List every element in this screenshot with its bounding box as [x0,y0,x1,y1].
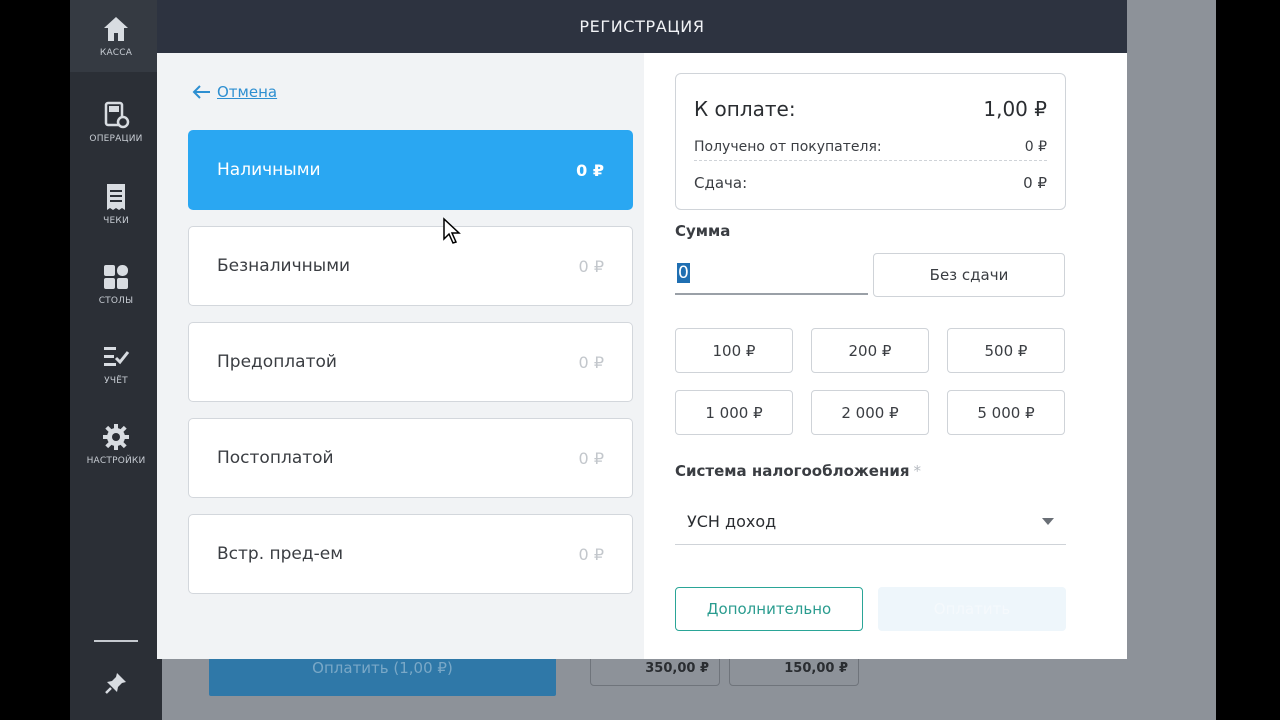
quick-amount-button[interactable]: 100 ₽ [675,328,793,373]
payment-method-cashless[interactable]: Безналичными 0 ₽ [188,226,633,306]
tax-system-label: Система налогообложения * [675,462,921,480]
change-row: Сдача: 0 ₽ [694,161,1047,204]
sidebar-item-label: ОПЕРАЦИИ [89,134,143,144]
checklist-icon [104,347,130,366]
payment-method-amount: 0 ₽ [578,256,604,276]
received-value: 0 ₽ [1024,139,1047,155]
payment-method-label: Постоплатой [217,448,334,468]
payment-method-label: Предоплатой [217,352,337,372]
payment-method-label: Встр. пред-ем [217,544,344,564]
amount-label: Сумма [675,222,731,240]
gear-icon [103,424,129,450]
sidebar-divider [94,640,138,642]
sidebar-item-accounting[interactable]: УЧЁТ [70,328,162,400]
chevron-down-icon [1042,518,1054,525]
sidebar-item-label: СТОЛЫ [98,296,134,306]
tax-system-value: УСН доход [687,512,777,531]
quick-amount-button[interactable]: 200 ₽ [811,328,929,373]
sidebar-item-operations[interactable]: ОПЕРАЦИИ [70,86,162,158]
no-change-button[interactable]: Без сдачи [873,253,1065,297]
terminal-gear-icon [104,101,130,129]
amount-input[interactable]: 0 [675,253,868,295]
sidebar-item-tables[interactable]: СТОЛЫ [70,248,162,320]
cancel-label: Отмена [217,83,278,101]
payment-method-amount: 0 ₽ [578,448,604,468]
payment-method-amount: 0 ₽ [578,544,604,564]
receipt-icon [107,184,125,210]
tax-system-select[interactable]: УСН доход [675,499,1066,545]
pin-icon[interactable] [103,670,129,696]
arrow-left-icon [192,85,210,99]
payment-method-amount: 0 ₽ [578,352,604,372]
payment-method-label: Наличными [217,160,321,180]
received-row: Получено от покупателя: 0 ₽ [694,134,1047,161]
sidebar-item-settings[interactable]: НАСТРОЙКИ [70,408,162,480]
sidebar-item-label: ЧЕКИ [103,216,129,226]
payment-method-counter-provision[interactable]: Встр. пред-ем 0 ₽ [188,514,633,594]
mouse-cursor-icon [443,217,461,244]
home-icon [104,17,128,41]
payment-method-amount: 0 ₽ [576,160,604,180]
amount-input-value: 0 [677,263,690,283]
payment-details-panel: К оплате: 1,00 ₽ Получено от покупателя:… [644,53,1127,659]
sidebar-item-label: КАССА [99,48,133,58]
tax-system-label-text: Система налогообложения [675,462,910,480]
received-label: Получено от покупателя: [694,139,882,155]
cancel-link[interactable]: Отмена [191,83,277,101]
payment-method-prepayment[interactable]: Предоплатой 0 ₽ [188,322,633,402]
sidebar-item-label: УЧЁТ [104,376,128,386]
grid-icon [104,265,128,289]
sidebar: КАССА ОПЕРАЦИИ ЧЕКИ СТОЛЫ УЧЁТ НАСТРОЙКИ [70,0,162,720]
sidebar-item-kassa[interactable]: КАССА [70,0,162,72]
required-mark: * [913,462,921,480]
payment-method-label: Безналичными [217,256,351,276]
to-pay-value: 1,00 ₽ [983,97,1047,121]
quick-amount-button[interactable]: 5 000 ₽ [947,390,1065,435]
payment-method-cash[interactable]: Наличными 0 ₽ [188,130,633,210]
quick-amount-button[interactable]: 500 ₽ [947,328,1065,373]
to-pay-label: К оплате: [694,97,796,121]
quick-amount-button[interactable]: 1 000 ₽ [675,390,793,435]
payment-summary: К оплате: 1,00 ₽ Получено от покупателя:… [675,73,1066,210]
modal-title: РЕГИСТРАЦИЯ [157,0,1127,53]
payment-method-postpayment[interactable]: Постоплатой 0 ₽ [188,418,633,498]
registration-modal: РЕГИСТРАЦИЯ Отмена Наличными 0 ₽ Безнали… [157,0,1127,659]
additional-button[interactable]: Дополнительно [675,587,863,631]
payment-method-panel: Отмена Наличными 0 ₽ Безналичными 0 ₽ Пр… [157,53,644,659]
sidebar-item-receipts[interactable]: ЧЕКИ [70,168,162,240]
quick-amount-button[interactable]: 2 000 ₽ [811,390,929,435]
sidebar-item-label: НАСТРОЙКИ [86,456,146,466]
to-pay-row: К оплате: 1,00 ₽ [694,84,1047,134]
change-value: 0 ₽ [1023,173,1047,192]
change-label: Сдача: [694,173,748,192]
pay-button[interactable]: Оплатить [878,587,1066,631]
